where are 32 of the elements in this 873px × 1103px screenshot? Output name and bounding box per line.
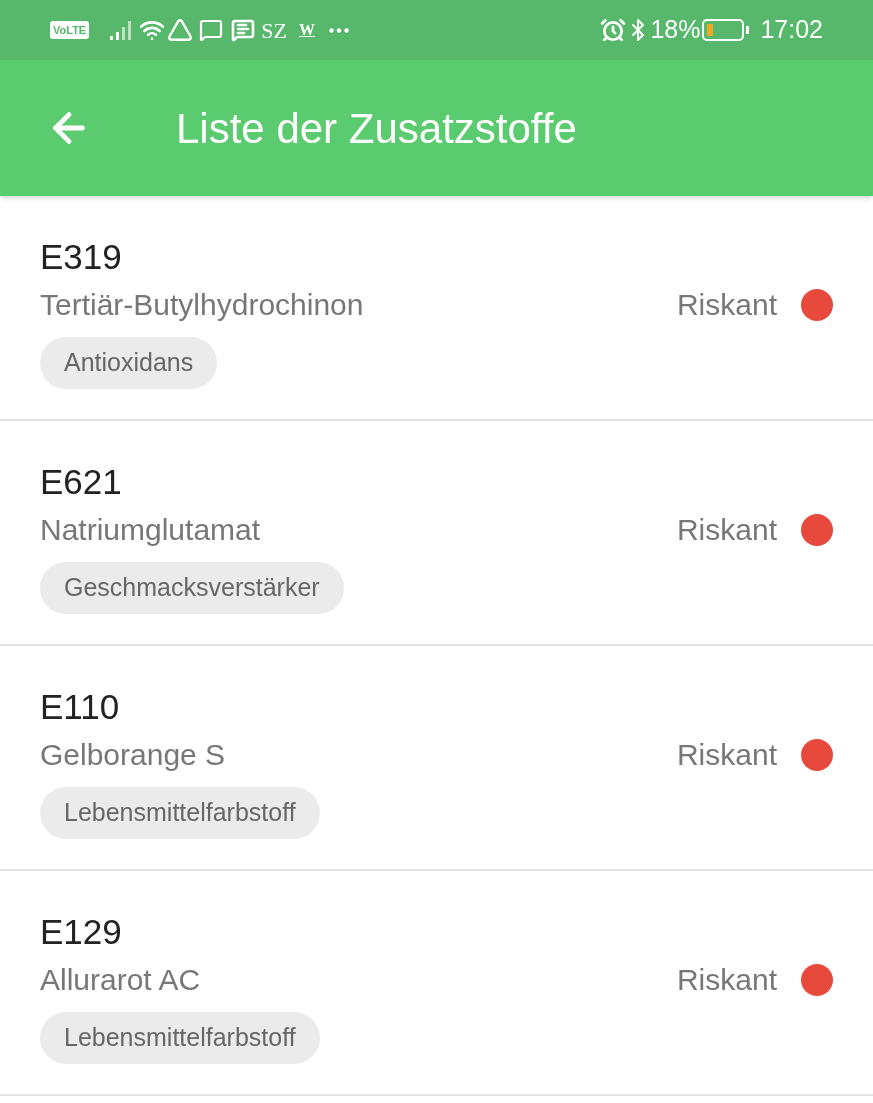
additive-code: E319 — [40, 236, 122, 278]
risk-label: Riskant — [676, 737, 777, 773]
risk-label: Riskant — [676, 962, 777, 998]
additive-name: Gelborange S — [40, 736, 226, 773]
more-icon — [328, 27, 349, 33]
additive-item[interactable]: E621 Natriumglutamat Riskant Geschmacksverstärker — [0, 421, 873, 646]
category-tag: Lebensmittelfarbstoff — [40, 787, 320, 839]
additive-item[interactable]: E319 Tertiär-Butylhydrochinon Riskant Antioxidans — [0, 196, 873, 421]
alarm-icon — [600, 17, 627, 43]
clock: 17:02 — [760, 14, 823, 46]
additive-code: E110 — [40, 686, 120, 728]
additive-item[interactable]: E129 Allurarot AC Riskant Lebensmittelfarbstoff — [0, 871, 873, 1096]
battery-percent: 18% — [650, 14, 701, 46]
additive-code: E621 — [40, 461, 122, 503]
triangle-icon — [167, 17, 194, 43]
battery-icon — [702, 19, 751, 41]
additive-name: Allurarot AC — [40, 961, 201, 998]
volte-badge: VoLTE — [50, 21, 90, 39]
additive-name: Tertiär-Butylhydrochinon — [40, 286, 364, 323]
risk-label: Riskant — [676, 512, 777, 548]
risk-label: Riskant — [676, 287, 777, 323]
chat-icon — [199, 18, 224, 42]
status-text: SZ — [261, 16, 287, 45]
category-tag: Lebensmittelfarbstoff — [40, 1012, 320, 1064]
additive-name: Natriumglutamat — [40, 511, 261, 548]
chat-icon — [231, 18, 256, 42]
category-tag: Antioxidans — [40, 337, 218, 389]
status-text: W — [298, 20, 315, 40]
additive-code: E129 — [40, 911, 122, 953]
category-tag: Geschmacksverstärker — [40, 562, 344, 614]
page-title: Liste der Zusatzstoffe — [176, 103, 577, 154]
additive-item[interactable]: E110 Gelborange S Riskant Lebensmittelfarbstoff — [0, 646, 873, 871]
